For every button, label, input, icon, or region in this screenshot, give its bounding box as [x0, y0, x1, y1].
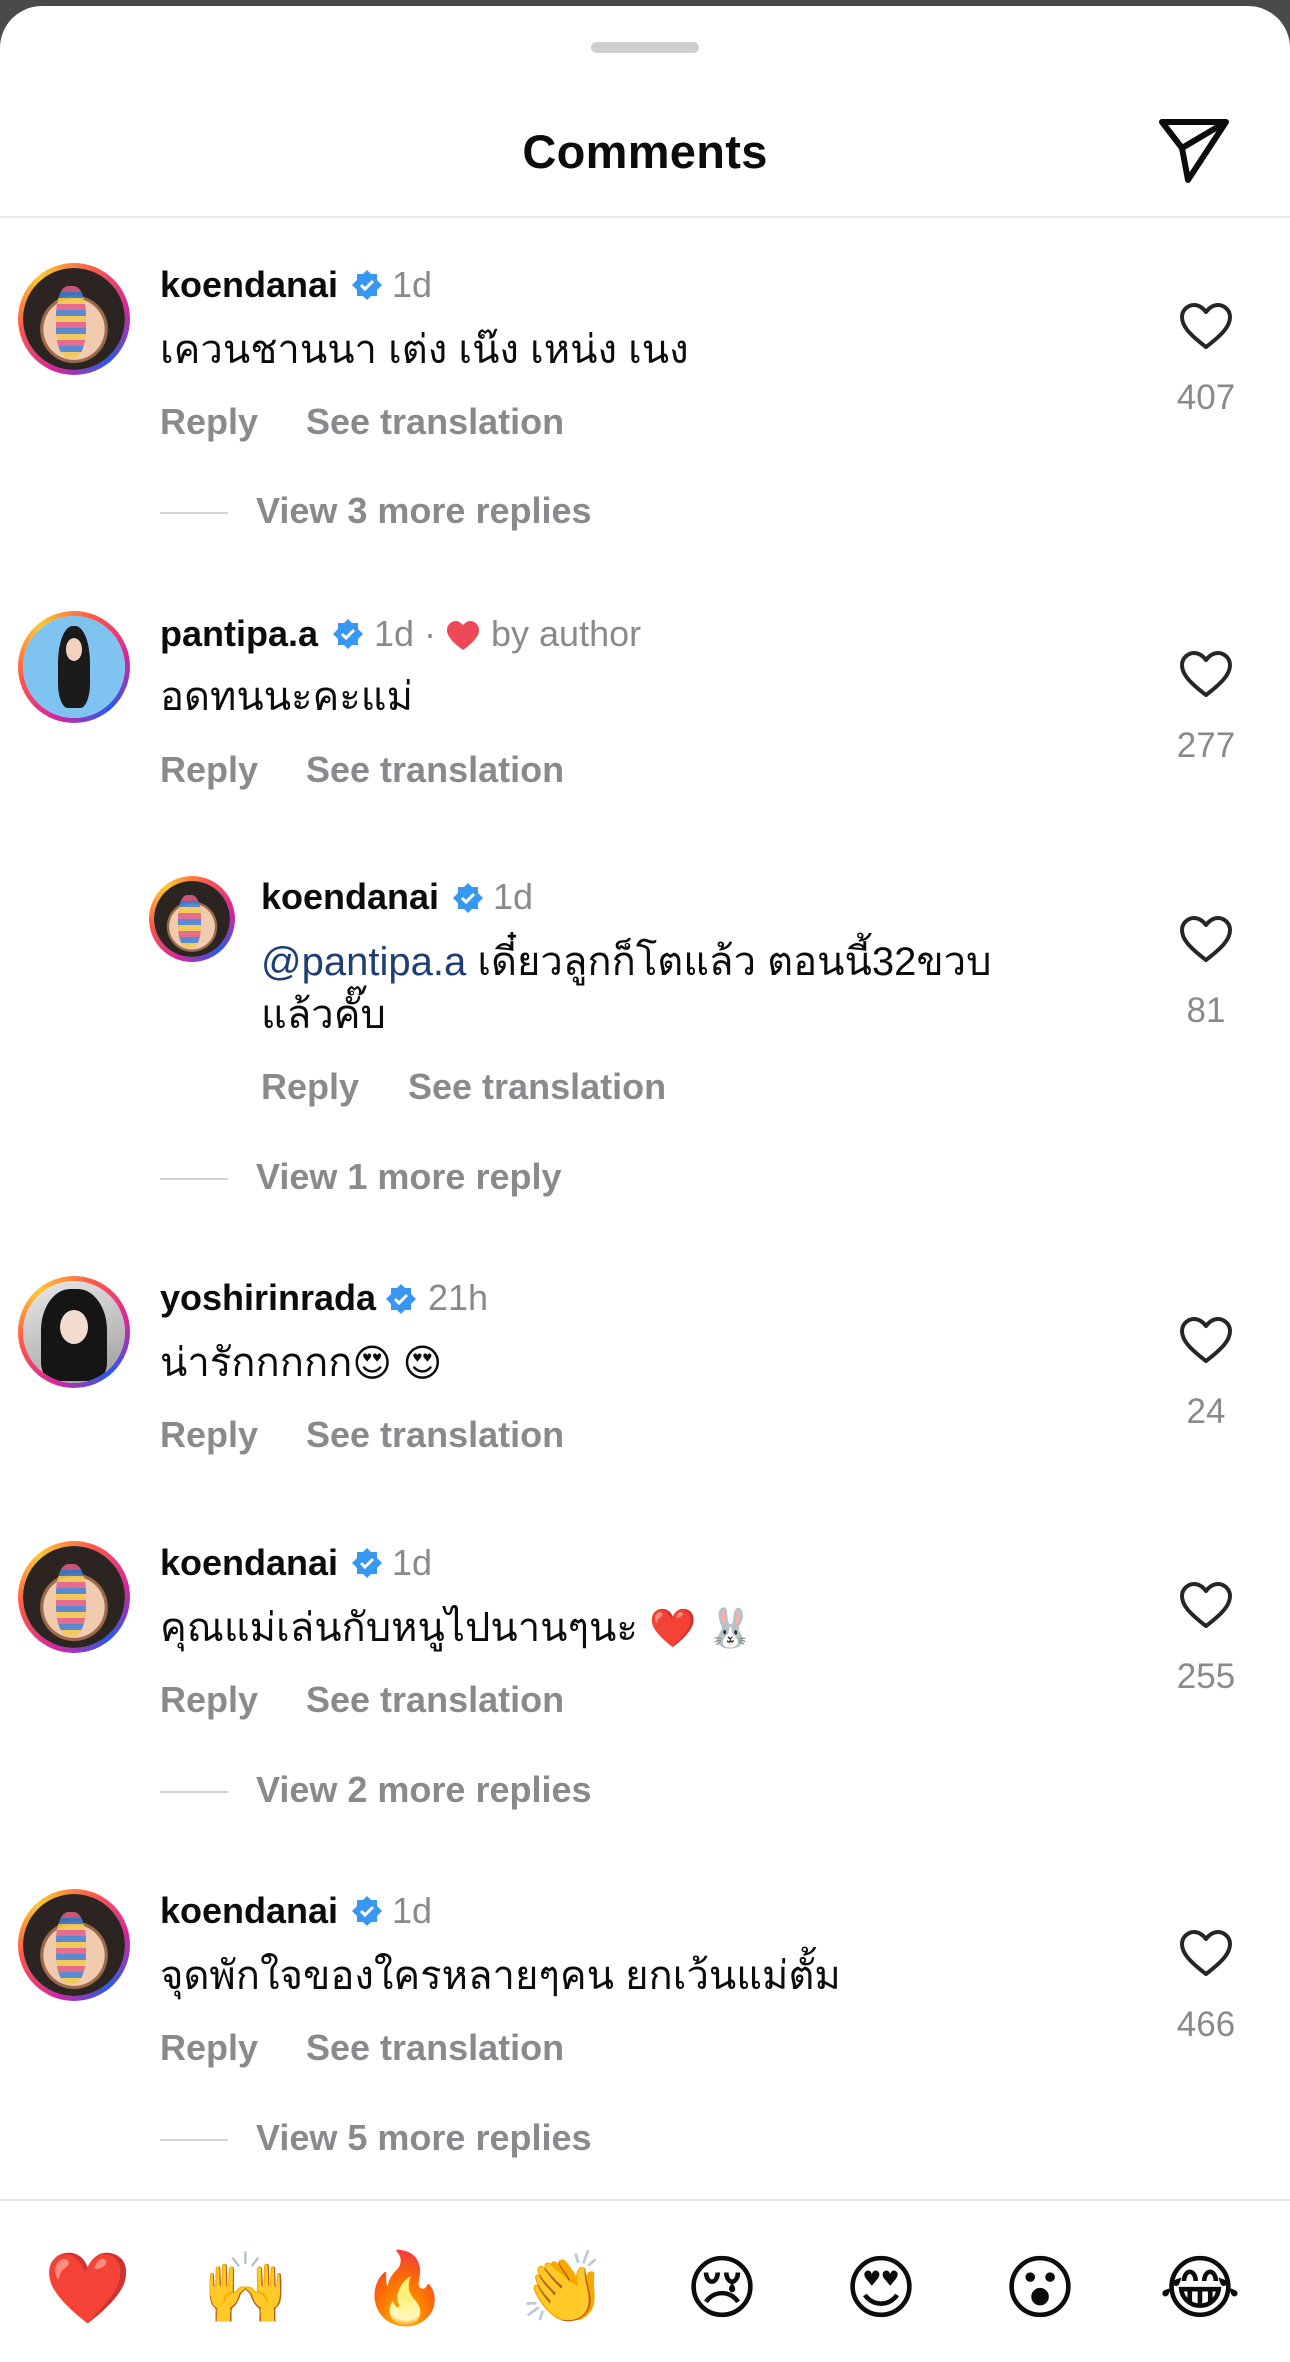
reply-button[interactable]: Reply: [160, 749, 258, 791]
verified-badge-icon: [352, 270, 382, 300]
avatar[interactable]: [18, 1276, 130, 1388]
verified-badge-icon: [453, 883, 483, 913]
reply-button[interactable]: Reply: [160, 401, 258, 443]
reaction-heart-eyes[interactable]: 😍: [831, 2238, 931, 2338]
comment-text: @pantipa.a เดี๋ยวลูกก็โตแล้ว ตอนนี้32ขวบ: [261, 936, 992, 989]
page-title: Comments: [522, 125, 768, 178]
comment-time: 1d ·: [374, 613, 437, 654]
comment-time: 21h: [428, 1277, 489, 1318]
username[interactable]: koendanai: [160, 1542, 338, 1584]
reaction-fire[interactable]: 🔥: [355, 2238, 455, 2338]
emoji-bar-divider: [0, 2199, 1290, 2201]
like-count: 407: [1176, 378, 1236, 417]
like-count: 466: [1176, 2005, 1236, 2044]
reply-button[interactable]: Reply: [160, 1679, 258, 1721]
comment-text-line2: แล้วคั๊บ: [261, 993, 386, 1037]
avatar[interactable]: [18, 263, 130, 375]
avatar[interactable]: [149, 876, 235, 962]
comment-time: 1d: [493, 876, 534, 917]
like-count: 277: [1176, 726, 1236, 765]
username[interactable]: pantipa.a: [160, 613, 318, 655]
heart-outline-icon[interactable]: [1179, 651, 1233, 699]
reaction-red-heart[interactable]: ❤️: [38, 2238, 138, 2338]
see-translation-button[interactable]: See translation: [306, 749, 564, 791]
heart-outline-icon[interactable]: [1179, 1930, 1233, 1978]
paper-plane-icon[interactable]: [1156, 114, 1232, 184]
heart-outline-icon[interactable]: [1179, 303, 1233, 351]
comment-text-body: คุณแม่เล่นกับหนูไปนานๆนะ: [160, 1606, 638, 1650]
comment-text: น่ารักกกกก😍 😍: [160, 1337, 442, 1391]
comment-text: จุดพักใจของใครหลายๆคน ยกเว้นแม่ตั้ม: [160, 1954, 841, 1998]
comment-time: 1d: [392, 1542, 433, 1583]
reaction-tears-of-joy[interactable]: 😂: [1150, 2238, 1250, 2338]
heart-outline-icon[interactable]: [1179, 1317, 1233, 1365]
like-count: 81: [1186, 991, 1226, 1030]
comment-time: 1d: [392, 1890, 433, 1931]
comment-text: อดทนนะคะแม่: [160, 675, 413, 719]
by-author-label: by author: [491, 613, 642, 654]
see-translation-button[interactable]: See translation: [408, 1066, 666, 1108]
verified-badge-icon: [386, 1284, 416, 1314]
verified-badge-icon: [352, 1896, 382, 1926]
reply-button[interactable]: Reply: [261, 1066, 359, 1108]
verified-badge-icon: [333, 619, 363, 649]
see-translation-button[interactable]: See translation: [306, 1414, 564, 1456]
username[interactable]: koendanai: [160, 1890, 338, 1932]
heart-outline-icon[interactable]: [1179, 1582, 1233, 1630]
heart-rabbit-emoji: ❤️ 🐰: [648, 1608, 755, 1650]
avatar[interactable]: [18, 611, 130, 723]
verified-badge-icon: [352, 1548, 382, 1578]
username[interactable]: koendanai: [261, 876, 439, 918]
avatar[interactable]: [18, 1541, 130, 1653]
reaction-clapping-hands[interactable]: 👏: [514, 2238, 614, 2338]
comments-sheet: Comments koendanai 1d เควนชานนา เต่ง เน๊…: [0, 6, 1290, 2362]
comment-text: เควนชานนา เต่ง เน๊ง เหน่ง เนง: [160, 328, 689, 372]
comment-time: 1d: [392, 264, 433, 305]
avatar[interactable]: [18, 1889, 130, 2001]
comment-text: คุณแม่เล่นกับหนูไปนานๆนะ ❤️ 🐰: [160, 1602, 754, 1656]
like-count: 255: [1176, 1657, 1236, 1696]
reply-button[interactable]: Reply: [160, 1414, 258, 1456]
username[interactable]: koendanai: [160, 264, 338, 306]
see-translation-button[interactable]: See translation: [306, 1679, 564, 1721]
reaction-crying-face[interactable]: 😢: [672, 2238, 772, 2338]
comment-text-body: เดี๋ยวลูกก็โตแล้ว ตอนนี้32ขวบ: [466, 940, 992, 984]
heart-outline-icon[interactable]: [1179, 916, 1233, 964]
author-liked-heart-icon: [447, 621, 479, 650]
heart-eyes-emoji: 😍 😍: [352, 1343, 443, 1385]
reaction-surprised-face[interactable]: 😮: [990, 2238, 1090, 2338]
username[interactable]: yoshirinrada: [160, 1277, 376, 1319]
sheet-grabber-handle[interactable]: [591, 42, 699, 53]
like-count: 24: [1186, 1392, 1226, 1431]
see-translation-button[interactable]: See translation: [306, 401, 564, 443]
see-translation-button[interactable]: See translation: [306, 2027, 564, 2069]
mention-link[interactable]: @pantipa.a: [261, 940, 466, 984]
header-divider: [0, 216, 1290, 218]
reaction-raising-hands[interactable]: 🙌: [196, 2238, 296, 2338]
comment-text-body: น่ารักกกกก: [160, 1341, 353, 1385]
reply-button[interactable]: Reply: [160, 2027, 258, 2069]
quick-reaction-bar: ❤️ 🙌 🔥 👏 😢 😍 😮 😂: [0, 2238, 1290, 2338]
